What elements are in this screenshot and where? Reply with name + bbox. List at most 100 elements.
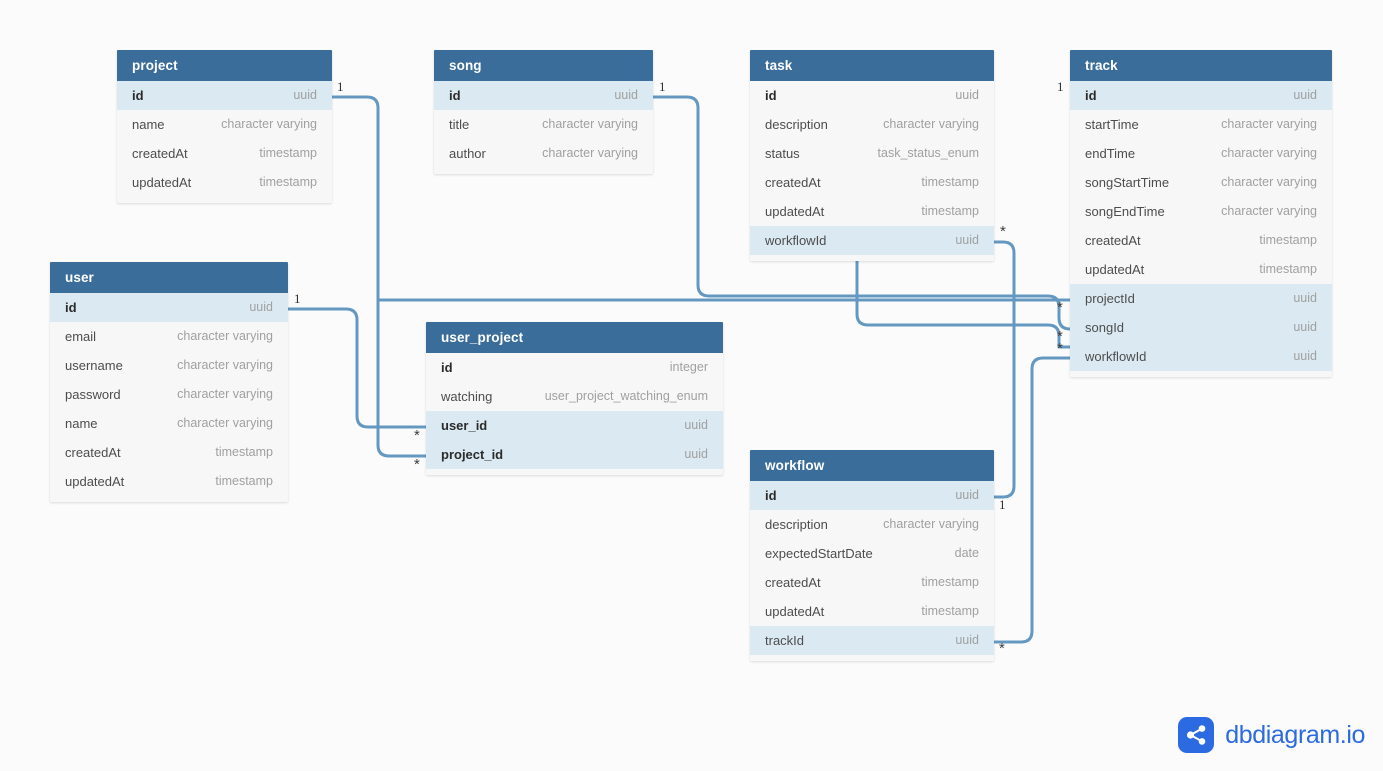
field-row[interactable]: id uuid [50, 293, 288, 322]
field-row[interactable]: description character varying [750, 510, 994, 539]
table-header-song[interactable]: song [434, 50, 653, 81]
field-row[interactable]: updatedAt timestamp [117, 168, 332, 197]
field-row[interactable]: title character varying [434, 110, 653, 139]
field-row[interactable]: createdAt timestamp [50, 438, 288, 467]
field-name: songStartTime [1085, 175, 1170, 190]
field-row[interactable]: email character varying [50, 322, 288, 351]
table-body-project: id uuid name character varying createdAt time… [117, 81, 332, 203]
field-row[interactable]: id uuid [117, 81, 332, 110]
field-row[interactable]: watching user_project_watching_enum [426, 382, 723, 411]
field-name: status [765, 146, 800, 161]
field-row[interactable]: username character varying [50, 351, 288, 380]
field-name: description [765, 117, 828, 132]
field-row[interactable]: project_id uuid [426, 440, 723, 469]
field-name: user_id [441, 418, 488, 433]
diagram-canvas[interactable]: project id uuid name character varying create… [0, 0, 1383, 771]
field-row[interactable]: endTime character varying [1070, 139, 1332, 168]
field-row[interactable]: workflowId uuid [750, 226, 994, 255]
field-name: songId [1085, 320, 1125, 335]
relationship-project-user_project[interactable] [330, 95, 428, 458]
table-project[interactable]: project id uuid name character varying create… [117, 50, 332, 203]
table-workflow[interactable]: workflow id uuid description character varyi… [750, 450, 994, 661]
field-row[interactable]: id uuid [434, 81, 653, 110]
field-row[interactable]: description character varying [750, 110, 994, 139]
field-name: id [65, 300, 77, 315]
relationship-task-workflow[interactable] [992, 240, 1016, 499]
table-user[interactable]: user id uuid email character varying username… [50, 262, 288, 502]
field-row[interactable]: trackId uuid [750, 626, 994, 655]
field-type: character varying [883, 117, 979, 131]
cardinality-label: * [414, 456, 420, 473]
field-type: character varying [1221, 117, 1317, 131]
field-row[interactable]: user_id uuid [426, 411, 723, 440]
field-name: workflowId [765, 233, 827, 248]
share-nodes-icon [1178, 717, 1215, 753]
cardinality-label: 1 [999, 497, 1006, 512]
field-name: createdAt [132, 146, 188, 161]
field-type: character varying [177, 358, 273, 372]
field-type: uuid [1293, 320, 1317, 334]
field-row[interactable]: workflowId uuid [1070, 342, 1332, 371]
relationship-workflow-task[interactable] [855, 254, 1072, 349]
field-name: id [765, 88, 777, 103]
dbdiagram-watermark[interactable]: dbdiagram.io [1178, 717, 1365, 753]
field-row[interactable]: expectedStartDate date [750, 539, 994, 568]
field-row[interactable]: id uuid [750, 81, 994, 110]
field-row[interactable]: projectId uuid [1070, 284, 1332, 313]
field-name: createdAt [765, 175, 821, 190]
field-name: author [449, 146, 486, 161]
table-header-workflow[interactable]: workflow [750, 450, 994, 481]
field-type: character varying [221, 117, 317, 131]
field-row[interactable]: startTime character varying [1070, 110, 1332, 139]
field-row[interactable]: author character varying [434, 139, 653, 168]
field-row[interactable]: updatedAt timestamp [750, 197, 994, 226]
table-header-task[interactable]: task [750, 50, 994, 81]
field-row[interactable]: password character varying [50, 380, 288, 409]
table-header-user_project[interactable]: user_project [426, 322, 723, 353]
table-header-user[interactable]: user [50, 262, 288, 293]
field-row[interactable]: songEndTime character varying [1070, 197, 1332, 226]
cardinality-label: * [1057, 340, 1063, 357]
field-row[interactable]: songId uuid [1070, 313, 1332, 342]
field-row[interactable]: id uuid [750, 481, 994, 510]
field-type: timestamp [921, 204, 979, 218]
field-row[interactable]: songStartTime character varying [1070, 168, 1332, 197]
field-type: character varying [1221, 146, 1317, 160]
table-user_project[interactable]: user_project id integer watching user_projec… [426, 322, 723, 475]
table-body-task: id uuid description character varying status… [750, 81, 994, 261]
field-type: character varying [542, 117, 638, 131]
field-row[interactable]: createdAt timestamp [750, 168, 994, 197]
cardinality-label: 1 [337, 79, 344, 94]
table-task[interactable]: task id uuid description character varying st… [750, 50, 994, 261]
cardinality-label: * [1057, 299, 1063, 316]
field-type: character varying [177, 329, 273, 343]
cardinality-label: * [1000, 223, 1006, 240]
field-type: character varying [542, 146, 638, 160]
table-header-project[interactable]: project [117, 50, 332, 81]
field-name: id [132, 88, 144, 103]
field-row[interactable]: updatedAt timestamp [750, 597, 994, 626]
table-body-user: id uuid email character varying username char… [50, 293, 288, 502]
table-track[interactable]: track id uuid startTime character varying end… [1070, 50, 1332, 377]
relationship-user-user_project[interactable] [286, 307, 428, 429]
field-row[interactable]: updatedAt timestamp [50, 467, 288, 496]
field-row[interactable]: name character varying [117, 110, 332, 139]
field-row[interactable]: createdAt timestamp [750, 568, 994, 597]
field-row[interactable]: id integer [426, 353, 723, 382]
field-name: username [65, 358, 123, 373]
field-row[interactable]: status task_status_enum [750, 139, 994, 168]
field-name: name [132, 117, 165, 132]
dbdiagram-wordmark: dbdiagram.io [1225, 720, 1365, 749]
field-name: updatedAt [1085, 262, 1145, 277]
field-row[interactable]: name character varying [50, 409, 288, 438]
field-type: uuid [684, 418, 708, 432]
table-song[interactable]: song id uuid title character varying author ch… [434, 50, 653, 174]
field-row[interactable]: updatedAt timestamp [1070, 255, 1332, 284]
field-row[interactable]: createdAt timestamp [117, 139, 332, 168]
table-header-track[interactable]: track [1070, 50, 1332, 81]
field-row[interactable]: id uuid [1070, 81, 1332, 110]
field-name: startTime [1085, 117, 1139, 132]
field-row[interactable]: createdAt timestamp [1070, 226, 1332, 255]
field-type: character varying [1221, 204, 1317, 218]
cardinality-label: 1 [294, 291, 301, 306]
